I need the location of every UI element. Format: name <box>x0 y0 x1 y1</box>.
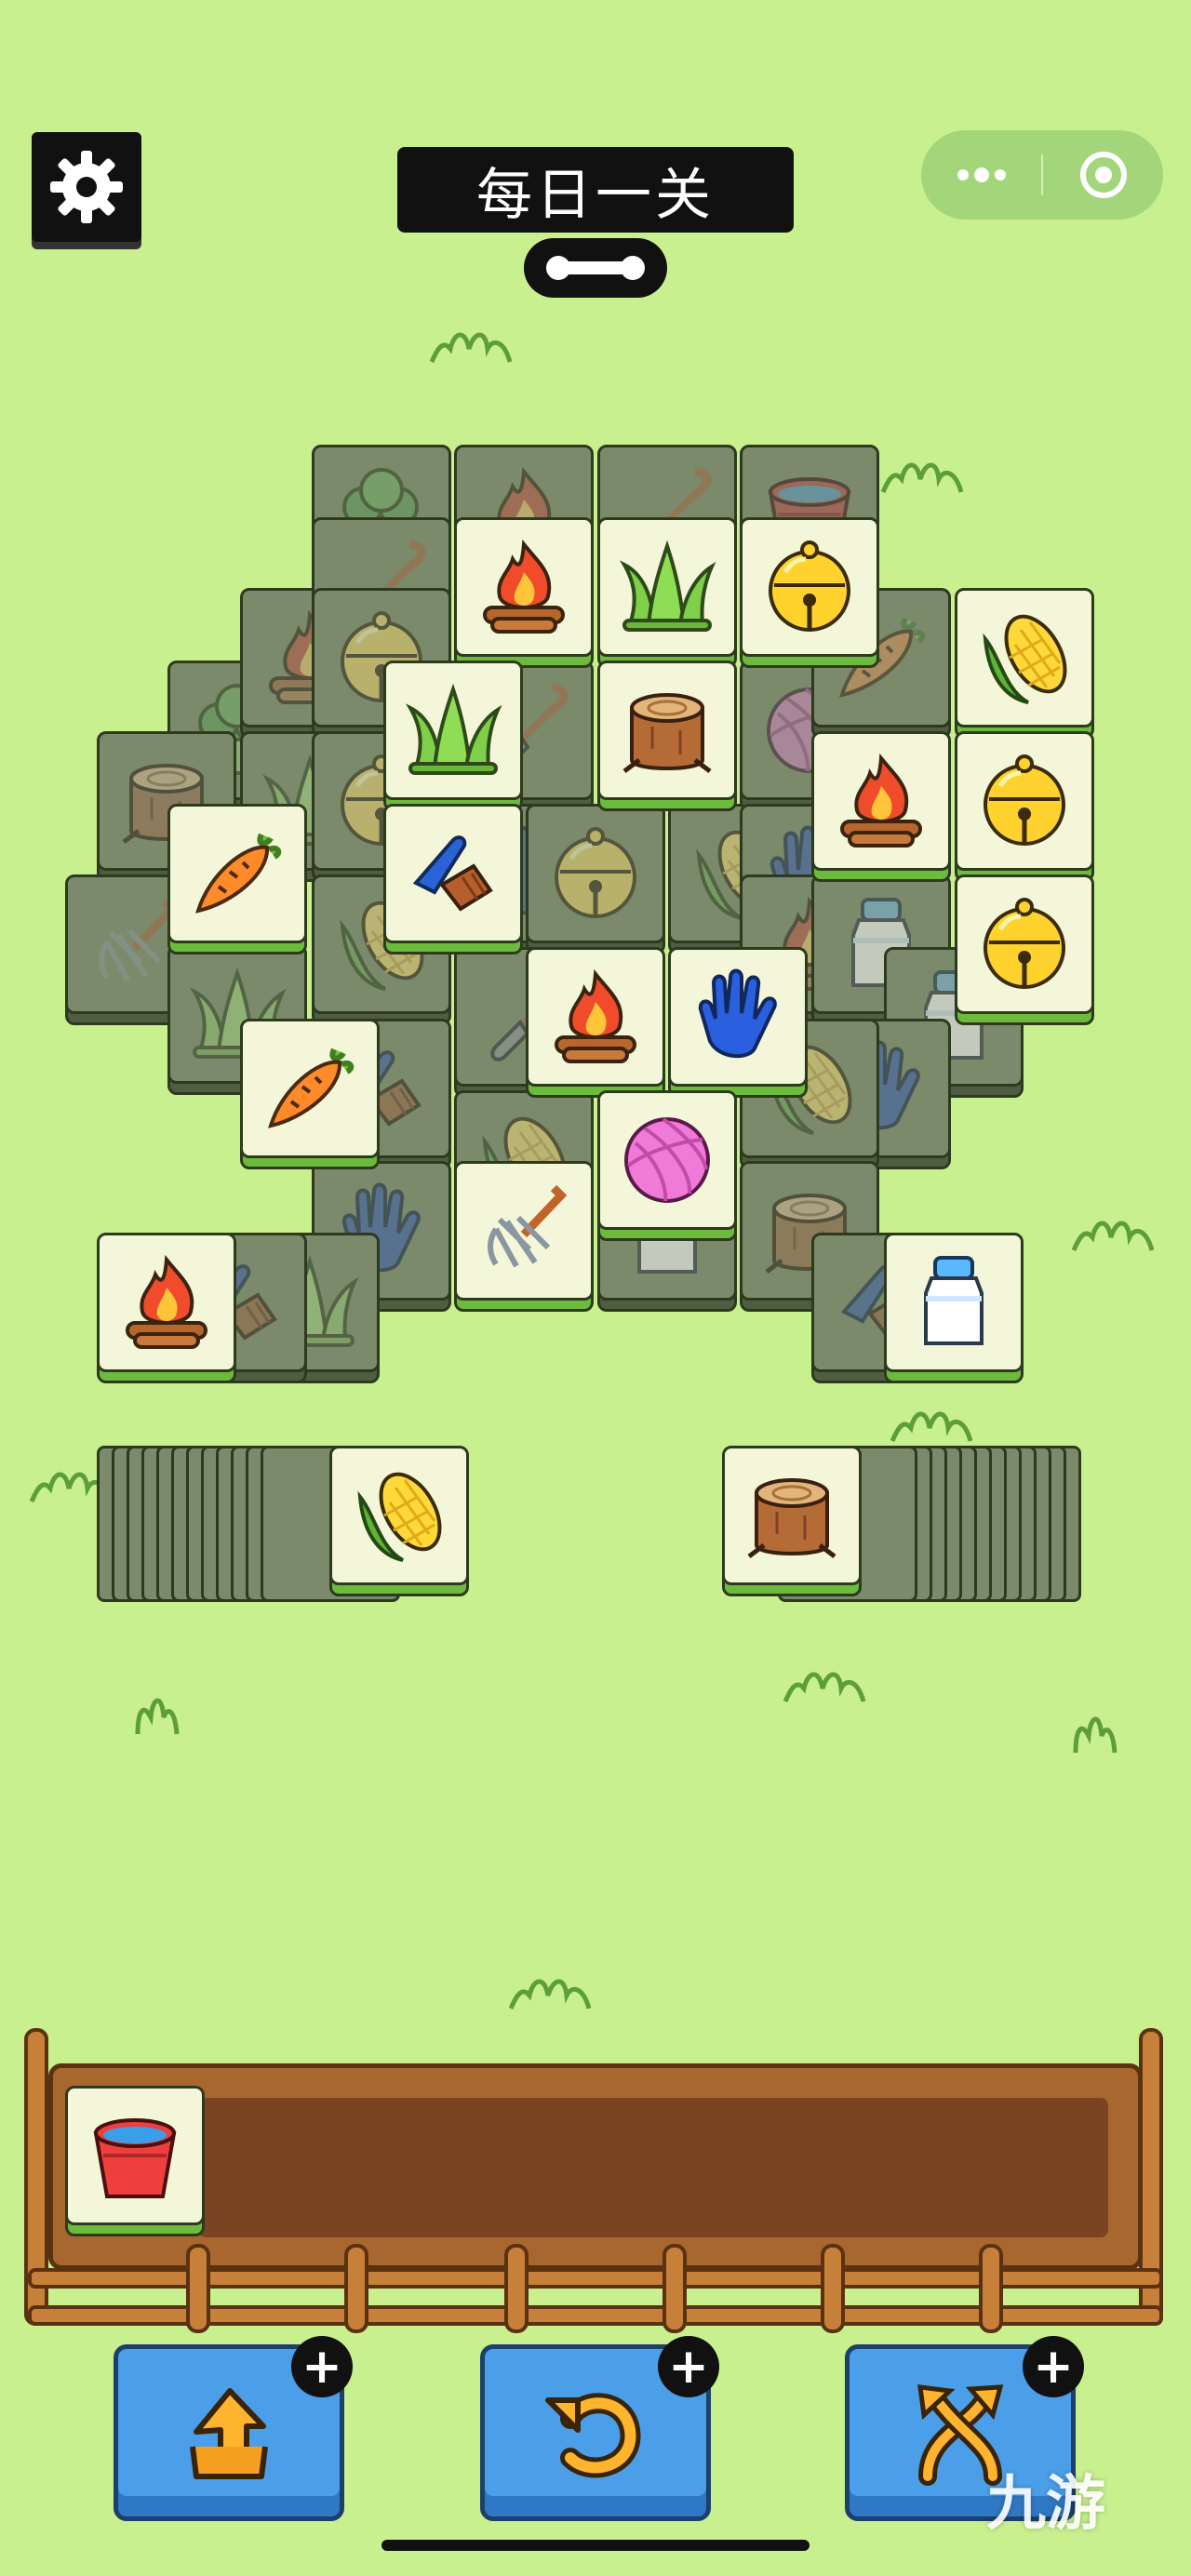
bell-icon <box>540 818 651 929</box>
tile[interactable] <box>383 661 523 811</box>
fence-post <box>662 2244 687 2333</box>
grass-tuft <box>429 332 513 363</box>
fence-post <box>821 2244 845 2333</box>
bell-icon <box>969 888 1080 1000</box>
progress-indicator <box>524 238 667 298</box>
brush-icon <box>397 818 509 929</box>
settings-button[interactable] <box>32 132 141 242</box>
tile[interactable] <box>167 804 307 954</box>
tile-tray <box>48 2063 1143 2270</box>
corn-icon <box>343 1460 455 1571</box>
grass-icon <box>397 674 509 786</box>
grass-tuft <box>783 1672 866 1702</box>
grass-tuft <box>1073 1716 1117 1754</box>
tree-stump-icon <box>611 674 723 786</box>
bell-icon <box>969 745 1080 857</box>
tile[interactable] <box>740 517 879 668</box>
more-dots-icon <box>957 167 1006 182</box>
grass-tuft <box>880 462 964 493</box>
tile[interactable] <box>668 947 808 1098</box>
yarn-ball-icon <box>611 1104 723 1216</box>
fence-post <box>979 2244 1003 2333</box>
carrot-icon <box>254 1033 366 1144</box>
tile[interactable] <box>811 731 951 882</box>
tile[interactable] <box>955 874 1094 1025</box>
tile[interactable] <box>955 731 1094 882</box>
tile[interactable] <box>597 517 737 668</box>
tile[interactable] <box>454 517 594 668</box>
mini-program-capsule <box>921 130 1163 220</box>
add-undo-tool-button[interactable]: + <box>658 2336 719 2397</box>
water-bucket-icon <box>79 2100 191 2211</box>
tray-slot-tile <box>65 2086 205 2236</box>
remove-tool-button[interactable]: + <box>114 2336 353 2521</box>
campfire-icon <box>468 531 580 643</box>
watermark-text: 九游 <box>986 2470 1105 2539</box>
tile[interactable] <box>955 588 1094 739</box>
tile[interactable] <box>97 1233 236 1383</box>
milk-jar-icon <box>898 1247 1010 1358</box>
tile[interactable] <box>240 1019 380 1169</box>
tile[interactable] <box>383 804 523 954</box>
close-button[interactable] <box>1043 130 1163 220</box>
tile[interactable] <box>597 661 737 811</box>
home-indicator[interactable] <box>381 2540 810 2551</box>
tile <box>526 804 665 954</box>
carrot-icon <box>181 818 293 929</box>
tile[interactable] <box>884 1233 1024 1383</box>
grass-icon <box>611 531 723 643</box>
grass-tuft <box>1071 1221 1155 1251</box>
bone-icon <box>546 256 645 280</box>
campfire-icon <box>825 745 937 857</box>
campfire-icon <box>540 961 651 1073</box>
glove-icon <box>682 961 794 1073</box>
undo-tool-button[interactable]: + <box>480 2336 719 2521</box>
pitchfork-icon <box>468 1175 580 1287</box>
left-stack <box>97 1446 469 1602</box>
left-stack-top-tile[interactable] <box>329 1446 469 1596</box>
add-shuffle-tool-button[interactable]: + <box>1023 2336 1084 2397</box>
more-button[interactable] <box>921 130 1041 220</box>
target-circle-icon <box>1079 152 1127 198</box>
tile[interactable] <box>526 947 665 1098</box>
tile[interactable] <box>597 1090 737 1241</box>
fence-post <box>504 2244 529 2333</box>
arrow-up-icon <box>190 2388 268 2479</box>
gear-icon <box>50 151 123 223</box>
grass-tuft <box>890 1411 973 1442</box>
fence-post <box>186 2244 210 2333</box>
tray-slots <box>198 2098 1108 2237</box>
corn-icon <box>969 602 1080 714</box>
grass-tuft <box>135 1698 180 1735</box>
add-remove-tool-button[interactable]: + <box>291 2336 353 2397</box>
right-stack-top-tile[interactable] <box>722 1446 862 1596</box>
bell-icon <box>754 531 865 643</box>
campfire-icon <box>111 1247 222 1358</box>
right-stack <box>722 1446 1094 1602</box>
fence-post <box>344 2244 368 2333</box>
page-title: 每日一关 <box>397 147 794 233</box>
undo-icon <box>545 2393 641 2478</box>
tile[interactable] <box>454 1161 594 1312</box>
tree-stump-icon <box>736 1460 848 1571</box>
grass-tuft <box>508 1979 592 2009</box>
